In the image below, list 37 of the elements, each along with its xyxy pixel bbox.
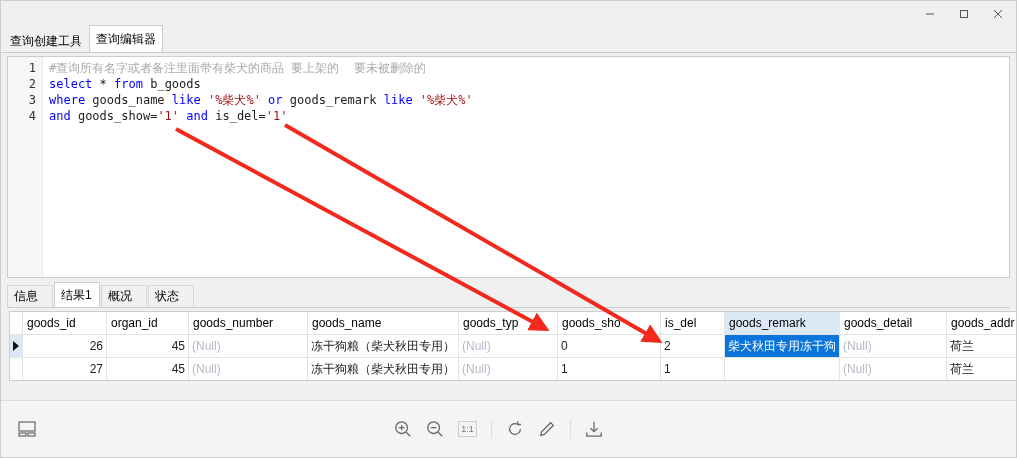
table-cell: (Null): [189, 335, 308, 357]
code-line: and goods_show='1' and is_del='1': [49, 108, 289, 124]
table-cell: (Null): [840, 335, 947, 357]
table-cell: 柴犬秋田专用冻干狗: [725, 335, 840, 357]
layout-icon[interactable]: [17, 420, 37, 438]
table-cell: (Null): [189, 358, 308, 380]
table-cell: (Null): [459, 335, 558, 357]
close-icon[interactable]: [992, 7, 1004, 20]
actual-size-button[interactable]: 1:1: [458, 421, 477, 437]
column-header[interactable]: goods_remark: [725, 312, 840, 334]
line-number: 2: [27, 76, 37, 92]
line-number: 3: [27, 92, 37, 108]
table-cell: 1: [558, 358, 661, 380]
zoom-out-icon[interactable]: [426, 420, 445, 438]
result-tab[interactable]: 概况: [101, 285, 147, 307]
pencil-icon[interactable]: [537, 420, 556, 438]
table-cell: 0: [558, 335, 661, 357]
table-cell: 冻干狗粮（柴犬秋田专用）: [308, 335, 459, 357]
table-cell: (Null): [840, 358, 947, 380]
code-editor[interactable]: 1 2 3 4 #查询所有名字或者备注里面带有柴犬的商品 要上架的 要未被删除的 select * from b_goods where goods_name like '%柴犬%' or goods_remark like '%柴犬%' and goods_show='1' and is_del='1': [7, 56, 1010, 278]
result-tab[interactable]: 状态: [148, 285, 194, 307]
result-tab[interactable]: 结果1: [54, 282, 100, 307]
row-pointer-icon: [13, 341, 19, 351]
line-number: 4: [27, 108, 37, 124]
code-line: where goods_name like '%柴犬%' or goods_remark like '%柴犬%': [49, 92, 473, 108]
table-cell: (Null): [459, 358, 558, 380]
table-cell: 2: [661, 335, 725, 357]
table-cell: 冻干狗粮（柴犬秋田专用）: [308, 358, 459, 380]
line-number: 1: [27, 60, 37, 76]
maximize-icon[interactable]: [958, 7, 970, 20]
download-icon[interactable]: [584, 420, 603, 438]
code-line: #查询所有名字或者备注里面带有柴犬的商品 要上架的 要未被删除的: [49, 60, 427, 76]
editor-tab[interactable]: 查询编辑器: [89, 25, 163, 52]
zoom-in-icon[interactable]: [394, 420, 413, 438]
table-cell: 1: [661, 358, 725, 380]
code-line: select * from b_goods: [49, 76, 202, 92]
result-tab[interactable]: 信息: [7, 285, 53, 307]
